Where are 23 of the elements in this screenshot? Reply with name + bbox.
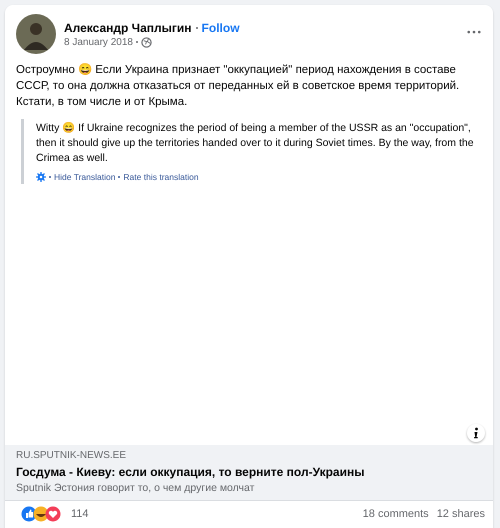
avatar-icon[interactable] bbox=[16, 14, 56, 54]
reactions-icon[interactable] bbox=[21, 506, 63, 522]
translated-text: Witty 😄 If Ukraine recognizes the period of being a member of the USSR as an "occupation", then it should give up the territories handed over to it during Soviet times. By the way, from the Crimea as well. bbox=[36, 121, 475, 166]
reaction-count[interactable]: 114 bbox=[71, 508, 89, 520]
rate-translation-link[interactable]: Rate this translation bbox=[123, 172, 199, 182]
follow-link[interactable]: Follow bbox=[202, 20, 240, 34]
globe-icon bbox=[140, 36, 152, 48]
link-preview[interactable]: RU.SPUTNIK-NEWS.EE Госдума - Киеву: если оккупация, то верните пол-Украины Sputnik Эстония говорит то, о чем другие молчат bbox=[5, 445, 493, 501]
separator-dot bbox=[196, 26, 198, 28]
separator-dot bbox=[49, 176, 51, 178]
post-date[interactable]: 8 January 2018 bbox=[64, 36, 133, 48]
link-description: Sputnik Эстония говорит то, о чем другие молчат bbox=[16, 482, 256, 494]
separator-dot bbox=[136, 41, 138, 43]
link-title: Госдума - Киеву: если оккупация, то верните пол-Украины bbox=[16, 465, 366, 479]
author-name[interactable]: Александр Чаплыгин bbox=[64, 20, 192, 34]
hide-translation-link[interactable]: Hide Translation bbox=[54, 172, 116, 182]
shares-count[interactable]: 12 shares bbox=[436, 508, 485, 520]
settings-icon[interactable] bbox=[36, 172, 46, 182]
link-domain: RU.SPUTNIK-NEWS.EE bbox=[16, 450, 128, 461]
comments-count[interactable]: 18 comments bbox=[362, 508, 429, 520]
separator-dot bbox=[118, 176, 120, 178]
more-icon[interactable] bbox=[467, 30, 481, 34]
post-text: Остроумно 😄 Если Украина признает "оккупацией" период нахождения в составе СССР, то она должна отказаться от переданных ей в советское время территорий. Кстати, в том числе и от Крыма. bbox=[16, 62, 460, 110]
